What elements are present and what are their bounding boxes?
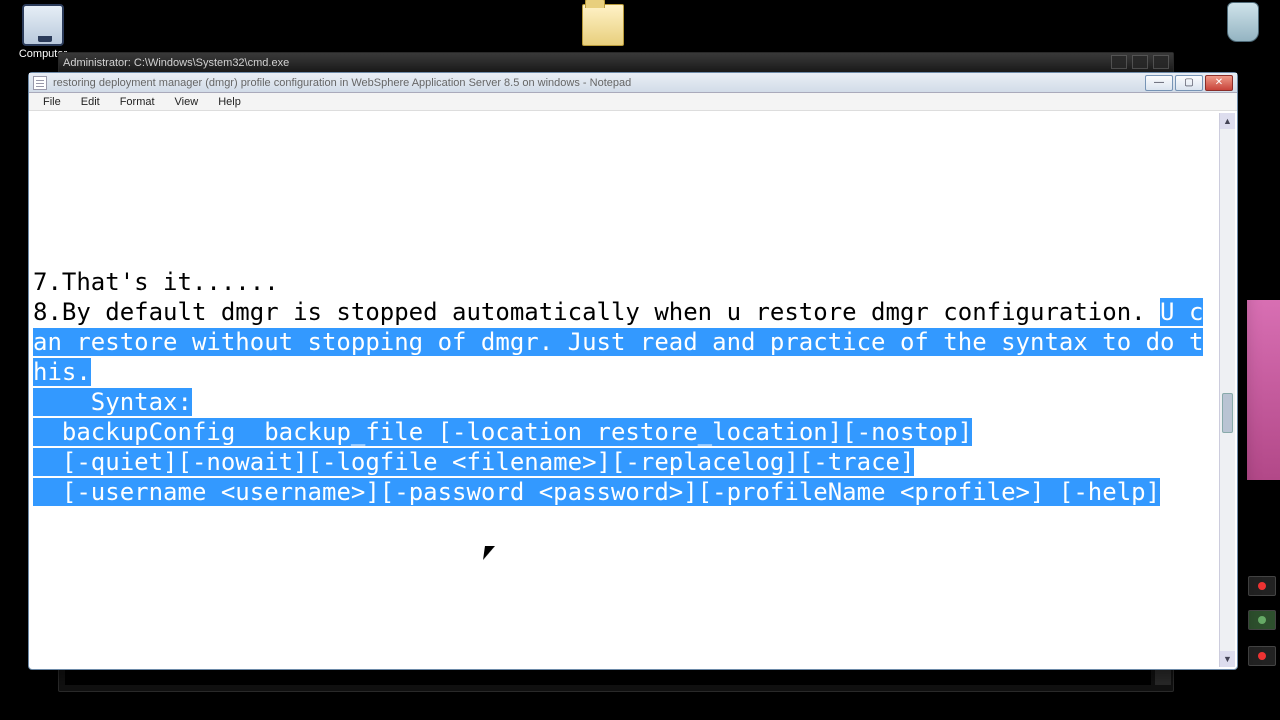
notepad-window[interactable]: restoring deployment manager (dmgr) prof… (28, 72, 1238, 670)
cmd-maximize-button[interactable] (1132, 55, 1148, 69)
record-icon (1258, 582, 1266, 590)
scroll-down-button[interactable]: ▼ (1220, 651, 1235, 667)
cmd-close-button[interactable] (1153, 55, 1169, 69)
close-button[interactable]: ✕ (1205, 75, 1233, 91)
folder-icon (582, 4, 624, 46)
notepad-text-area[interactable]: 7.That's it...... 8.By default dmgr is s… (31, 113, 1219, 667)
recorder-button-2[interactable] (1248, 610, 1276, 630)
menu-format[interactable]: Format (112, 95, 163, 109)
monitor-icon (22, 4, 64, 46)
status-icon (1258, 616, 1266, 624)
menu-help[interactable]: Help (210, 95, 249, 109)
notepad-icon (33, 76, 47, 90)
text-selected: U can restore without stopping of dmgr. … (33, 298, 1203, 506)
background-window-sliver (1246, 300, 1280, 480)
recycle-bin-icon (1227, 2, 1259, 42)
notepad-title-text: restoring deployment manager (dmgr) prof… (53, 77, 631, 89)
minimize-button[interactable]: — (1145, 75, 1173, 91)
notepad-menubar: File Edit Format View Help (29, 93, 1237, 111)
desktop: Computer Administrator: C:\Windows\Syste… (0, 0, 1280, 708)
notepad-vertical-scrollbar[interactable]: ▲ ▼ (1219, 113, 1235, 667)
text-unselected-before: 7.That's it...... 8.By default dmgr is s… (33, 268, 1160, 326)
maximize-button[interactable]: ▢ (1175, 75, 1203, 91)
desktop-icon-recycle-bin[interactable] (1208, 2, 1278, 42)
menu-file[interactable]: File (35, 95, 69, 109)
recorder-button-3[interactable] (1248, 646, 1276, 666)
scroll-up-button[interactable]: ▲ (1220, 113, 1235, 129)
menu-view[interactable]: View (167, 95, 207, 109)
letterbox-bottom (0, 708, 1280, 720)
notepad-titlebar[interactable]: restoring deployment manager (dmgr) prof… (29, 73, 1237, 93)
cmd-title-text: Administrator: C:\Windows\System32\cmd.e… (63, 57, 289, 69)
cmd-minimize-button[interactable] (1111, 55, 1127, 69)
menu-edit[interactable]: Edit (73, 95, 108, 109)
blank-space (33, 117, 1215, 267)
cmd-window-buttons (1109, 55, 1169, 72)
cmd-titlebar[interactable]: Administrator: C:\Windows\System32\cmd.e… (59, 53, 1173, 73)
scroll-thumb[interactable] (1222, 393, 1233, 433)
record-icon (1258, 652, 1266, 660)
recorder-button-1[interactable] (1248, 576, 1276, 596)
desktop-icon-folder[interactable] (568, 4, 638, 48)
